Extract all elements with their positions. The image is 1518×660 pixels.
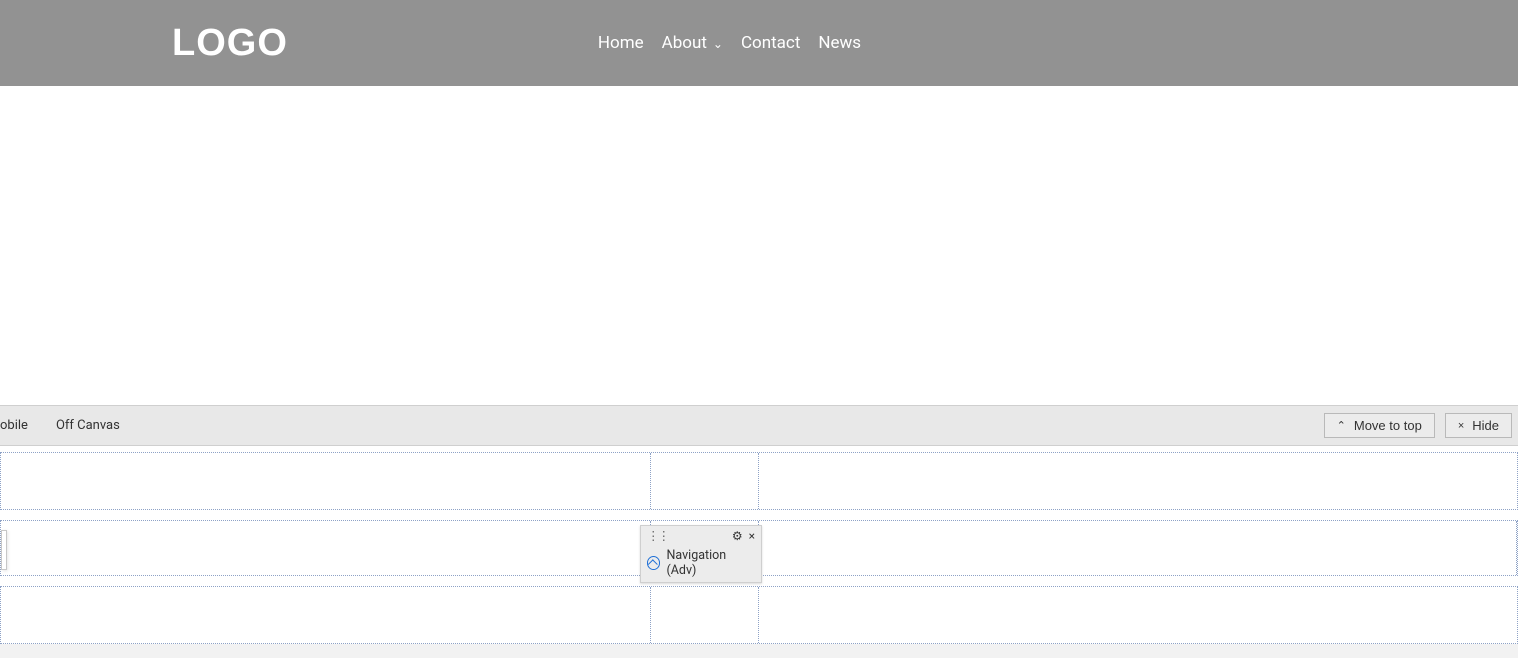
chevron-up-icon: ⌃ [1337, 419, 1346, 432]
nav-label: Contact [741, 33, 800, 53]
breakpoint-tab-mobile[interactable]: obile [0, 418, 42, 433]
layout-cell[interactable] [651, 453, 759, 509]
close-icon: × [1458, 420, 1464, 432]
site-logo[interactable]: LOGO [172, 22, 288, 65]
nav-label: News [818, 33, 861, 53]
nav-item-contact[interactable]: Contact [741, 33, 800, 53]
nav-label: Home [598, 33, 644, 53]
layout-cell[interactable] [1, 453, 651, 509]
nav-item-news[interactable]: News [818, 33, 861, 53]
element-label: Navigation (Adv) [666, 548, 755, 578]
nav-item-home[interactable]: Home [598, 33, 644, 53]
selected-element-stub[interactable] [1, 530, 7, 570]
layout-cell[interactable] [759, 453, 1517, 509]
layout-canvas: ⋮⋮ ⚙ × Navigation (Adv) [0, 446, 1518, 644]
move-to-top-button[interactable]: ⌃ Move to top [1324, 413, 1435, 438]
layout-cell[interactable] [1, 521, 651, 575]
breakpoint-toolbar: obile Off Canvas ⌃ Move to top × Hide [0, 406, 1518, 446]
layout-row[interactable] [0, 452, 1518, 510]
element-type-icon [647, 556, 660, 570]
button-label: Hide [1472, 418, 1499, 433]
breakpoint-tabs: obile Off Canvas [0, 418, 134, 433]
layout-cell[interactable] [759, 587, 1517, 643]
gear-icon[interactable]: ⚙ [732, 529, 743, 543]
drag-handle-icon[interactable]: ⋮⋮ [647, 528, 668, 544]
button-label: Move to top [1354, 418, 1422, 433]
bottom-strip [0, 644, 1518, 658]
hide-button[interactable]: × Hide [1445, 413, 1512, 438]
layout-row[interactable]: ⋮⋮ ⚙ × Navigation (Adv) [0, 520, 1518, 576]
close-icon[interactable]: × [749, 529, 755, 543]
layout-cell[interactable] [651, 587, 759, 643]
layout-row[interactable] [0, 586, 1518, 644]
primary-nav: Home About ⌄ Contact News [598, 33, 861, 53]
preview-area [0, 86, 1518, 406]
nav-label: About [662, 33, 707, 53]
breakpoint-tab-offcanvas[interactable]: Off Canvas [42, 418, 134, 433]
layout-cell[interactable] [759, 521, 1517, 575]
element-popover: ⋮⋮ ⚙ × Navigation (Adv) [640, 525, 762, 583]
site-header: LOGO Home About ⌄ Contact News [0, 0, 1518, 86]
nav-item-about[interactable]: About ⌄ [662, 33, 723, 53]
layout-cell[interactable] [1, 587, 651, 643]
chevron-down-icon: ⌄ [713, 37, 723, 51]
